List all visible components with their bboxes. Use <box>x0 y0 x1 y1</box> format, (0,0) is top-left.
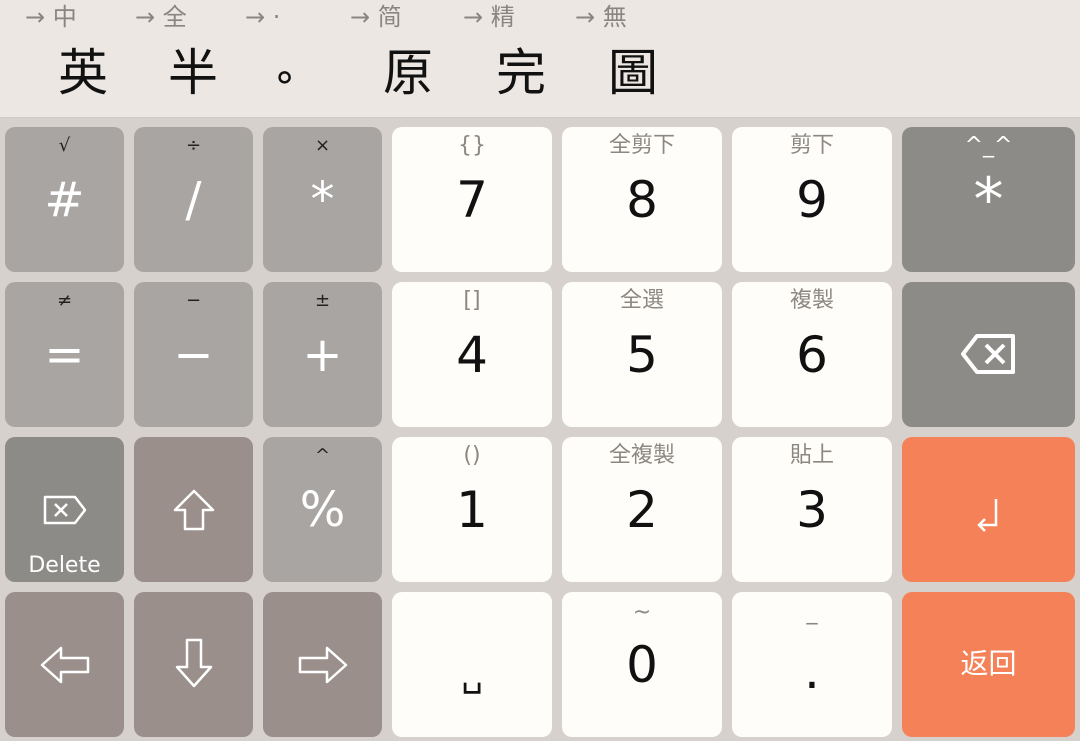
key-label: + <box>302 327 343 383</box>
arrow-down-icon <box>134 638 253 688</box>
mode-label: 英 <box>58 44 108 102</box>
enter-icon <box>902 495 1075 535</box>
key-alt-label: ÷ <box>185 135 202 156</box>
key-label: 7 <box>456 171 488 229</box>
key-label: 1 <box>456 481 488 539</box>
mode-label: 原 <box>383 44 433 102</box>
mode-hint: → 精 <box>463 3 515 31</box>
key-label: 6 <box>796 326 828 384</box>
key-alt-label: × <box>314 135 331 156</box>
key-alt-label: {} <box>458 133 486 158</box>
key-label: 8 <box>626 171 658 229</box>
mode-simplified-toggle[interactable]: → 简 原 <box>350 0 465 117</box>
shift-arrow-up-icon <box>134 489 253 531</box>
digit-5-key[interactable]: 全選 5 <box>562 282 722 427</box>
space-key[interactable]: ␣ <box>392 592 552 737</box>
key-alt-label: √ <box>58 135 71 156</box>
key-label: 5 <box>626 326 658 384</box>
key-label: 3 <box>796 481 828 539</box>
period-key[interactable]: _ . <box>732 592 892 737</box>
hash-key[interactable]: √ # <box>5 127 124 272</box>
mode-halfwidth-toggle[interactable]: → 全 半 <box>135 0 250 117</box>
key-label: * <box>973 165 1004 235</box>
key-label: 9 <box>796 171 828 229</box>
delete-icon <box>5 495 124 525</box>
percent-key[interactable]: ^ % <box>263 437 382 582</box>
mode-label: 圖 <box>608 44 658 102</box>
key-label: * <box>310 172 335 228</box>
mode-label: 半 <box>168 44 218 102</box>
back-key[interactable]: 返回 <box>902 592 1075 737</box>
digit-6-key[interactable]: 複製 6 <box>732 282 892 427</box>
mode-hint: → 简 <box>350 3 402 31</box>
minus-key[interactable]: − − <box>134 282 253 427</box>
emoji-key[interactable]: ^_^ * <box>902 127 1075 272</box>
mode-hint: → 無 <box>575 3 627 31</box>
key-alt-label: − <box>185 290 202 311</box>
key-label: 2 <box>626 481 658 539</box>
digit-9-key[interactable]: 剪下 9 <box>732 127 892 272</box>
digit-0-key[interactable]: ~ 0 <box>562 592 722 737</box>
key-label: = <box>44 327 85 383</box>
key-alt-label: ± <box>314 290 331 311</box>
equals-key[interactable]: ≠ = <box>5 282 124 427</box>
digit-7-key[interactable]: {} 7 <box>392 127 552 272</box>
backspace-key[interactable] <box>902 282 1075 427</box>
digit-1-key[interactable]: () 1 <box>392 437 552 582</box>
key-label: − <box>173 327 214 383</box>
mode-label: 完 <box>496 44 546 102</box>
key-alt-label: ^_^ <box>964 133 1013 158</box>
key-label: % <box>299 482 346 538</box>
mode-label: ∘ <box>272 54 298 100</box>
key-alt-label: 貼上 <box>789 443 834 468</box>
arrow-right-icon <box>263 646 382 684</box>
plus-key[interactable]: ± + <box>263 282 382 427</box>
arrow-right-key[interactable] <box>263 592 382 737</box>
key-label: / <box>185 172 202 228</box>
key-label: 0 <box>626 636 658 694</box>
shift-key[interactable] <box>134 437 253 582</box>
mode-punctuation-toggle[interactable]: → · ∘ <box>245 0 360 117</box>
key-alt-label: ^ <box>314 445 331 466</box>
enter-key[interactable] <box>902 437 1075 582</box>
asterisk-key[interactable]: × * <box>263 127 382 272</box>
mode-hint: → 中 <box>25 3 77 31</box>
key-label: . <box>804 642 820 700</box>
key-label: ␣ <box>461 655 483 695</box>
delete-key[interactable]: Delete <box>5 437 124 582</box>
mode-hint: → 全 <box>135 3 187 31</box>
key-alt-label: 全選 <box>619 288 664 313</box>
slash-key[interactable]: ÷ / <box>134 127 253 272</box>
arrow-left-icon <box>5 646 124 684</box>
key-alt-label: 全剪下 <box>608 133 675 158</box>
mode-hint: → · <box>245 3 281 31</box>
delete-label: Delete <box>28 553 101 578</box>
mode-emoji-toggle[interactable]: → 無 圖 <box>575 0 690 117</box>
key-alt-label: 全複製 <box>608 443 675 468</box>
key-alt-label: ~ <box>632 600 652 625</box>
key-alt-label: _ <box>806 600 818 625</box>
back-label: 返回 <box>960 647 1017 680</box>
key-label: # <box>44 172 85 228</box>
key-alt-label: 剪下 <box>789 133 834 158</box>
key-label: 4 <box>456 326 488 384</box>
key-alt-label: ≠ <box>56 290 73 311</box>
key-alt-label: () <box>463 443 481 468</box>
mode-english-toggle[interactable]: → 中 英 <box>25 0 140 117</box>
mode-bar: → 中 英 → 全 半 → · ∘ → 简 原 → 精 完 → 無 圖 <box>0 0 1080 118</box>
mode-precise-toggle[interactable]: → 精 完 <box>463 0 578 117</box>
digit-4-key[interactable]: [] 4 <box>392 282 552 427</box>
digit-2-key[interactable]: 全複製 2 <box>562 437 722 582</box>
key-alt-label: 複製 <box>789 288 834 313</box>
digit-8-key[interactable]: 全剪下 8 <box>562 127 722 272</box>
arrow-down-key[interactable] <box>134 592 253 737</box>
key-alt-label: [] <box>463 288 481 313</box>
digit-3-key[interactable]: 貼上 3 <box>732 437 892 582</box>
backspace-icon <box>902 334 1075 374</box>
arrow-left-key[interactable] <box>5 592 124 737</box>
